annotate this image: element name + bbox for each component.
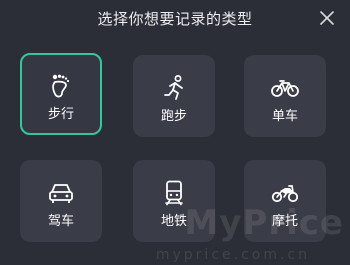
type-label: 单车 xyxy=(271,109,298,124)
type-label: 步行 xyxy=(47,107,74,122)
watermark-url: myprice.com.cn xyxy=(155,247,310,263)
type-tile-subway[interactable]: 地铁 xyxy=(133,160,215,242)
running-person-icon xyxy=(160,75,188,101)
car-icon xyxy=(47,180,75,206)
type-label: 地铁 xyxy=(160,214,187,229)
type-tile-bicycle[interactable]: 单车 xyxy=(244,55,326,137)
motorcycle-icon xyxy=(271,180,299,206)
subway-icon xyxy=(160,180,188,206)
type-label: 跑步 xyxy=(160,109,187,124)
footprint-icon xyxy=(47,73,75,99)
close-button[interactable] xyxy=(318,9,336,27)
type-tile-car[interactable]: 驾车 xyxy=(20,160,102,242)
dialog-title: 选择你想要记录的类型 xyxy=(97,10,253,28)
type-label: 驾车 xyxy=(47,214,74,229)
dialog-header: 选择你想要记录的类型 xyxy=(0,0,350,36)
close-icon xyxy=(320,11,334,25)
type-picker-dialog: 选择你想要记录的类型 步行 跑步 单车 驾车 地铁 摩托 myprice.com… xyxy=(0,0,350,265)
type-tile-run[interactable]: 跑步 xyxy=(133,55,215,137)
bicycle-icon xyxy=(271,75,299,101)
type-tile-walk[interactable]: 步行 xyxy=(20,53,102,135)
type-label: 摩托 xyxy=(271,214,298,229)
type-tile-motorcycle[interactable]: 摩托 xyxy=(244,160,326,242)
